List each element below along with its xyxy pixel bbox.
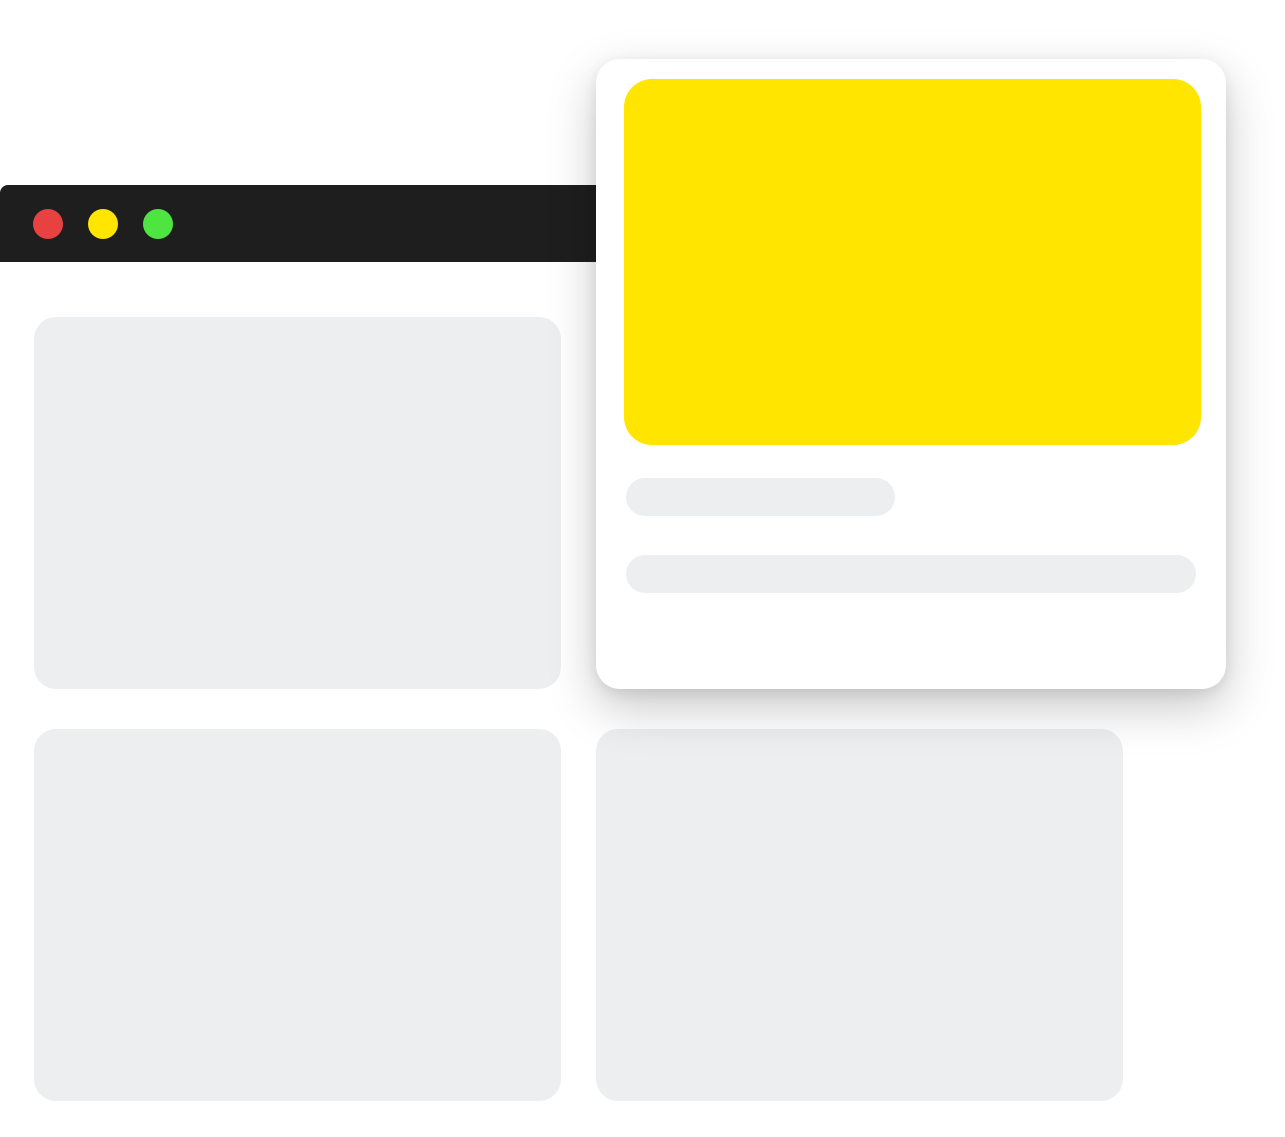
maximize-window-icon[interactable] bbox=[143, 209, 173, 239]
content-card-top-left[interactable] bbox=[34, 317, 561, 689]
card-hero-image bbox=[624, 79, 1201, 445]
content-card-bottom-left[interactable] bbox=[34, 729, 561, 1101]
close-window-icon[interactable] bbox=[33, 209, 63, 239]
card-description-placeholder bbox=[626, 555, 1196, 593]
minimize-window-icon[interactable] bbox=[88, 209, 118, 239]
content-card-bottom-right[interactable] bbox=[596, 729, 1123, 1101]
window-titlebar bbox=[0, 185, 650, 262]
card-title-placeholder bbox=[626, 478, 895, 516]
app-window-mockup bbox=[0, 0, 1285, 1137]
floating-preview-card[interactable] bbox=[596, 59, 1226, 689]
